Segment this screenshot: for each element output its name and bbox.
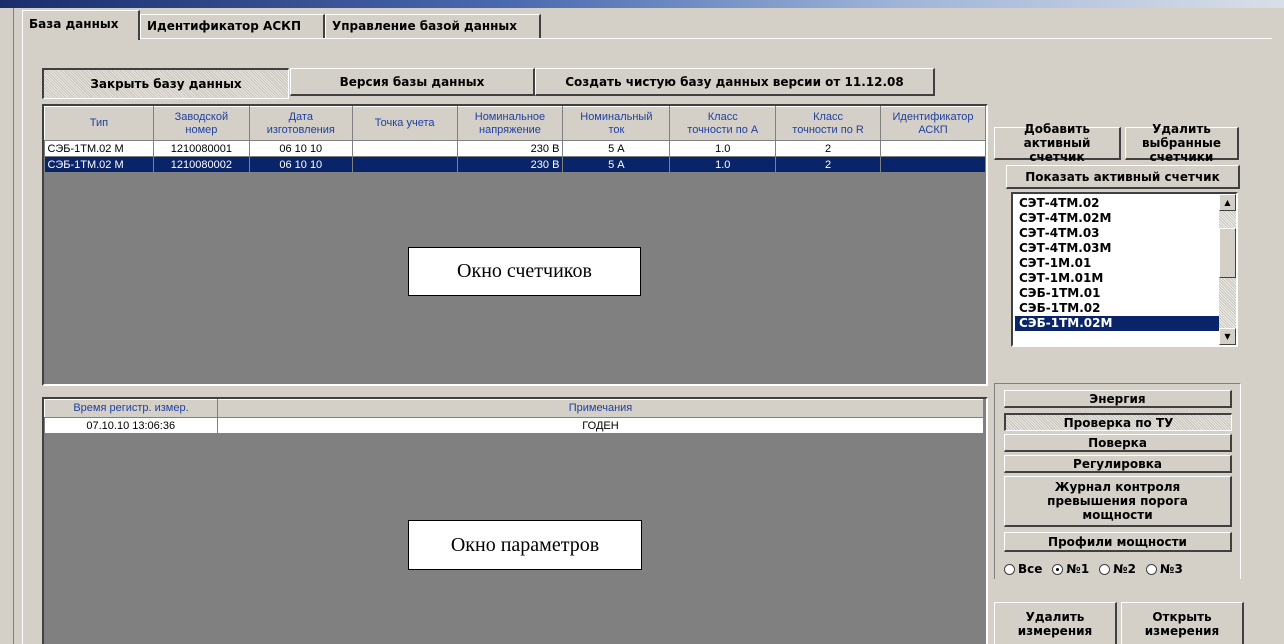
list-item[interactable]: СЭТ-4ТМ.03М (1015, 241, 1219, 256)
list-item-selected[interactable]: СЭБ-1ТМ.02М (1015, 316, 1219, 331)
cell-notes: ГОДЕН (217, 417, 984, 434)
cell-point (352, 140, 458, 157)
list-item[interactable]: СЭБ-1ТМ.02 (1015, 301, 1219, 316)
tab-database[interactable]: База данных (22, 10, 140, 40)
column-header-voltage[interactable]: Номинальное напряжение (456, 106, 564, 141)
listbox-scrollbar[interactable]: ▲ ▼ (1219, 194, 1236, 345)
column-header-current[interactable]: Номинальный ток (562, 106, 671, 141)
column-header-date[interactable]: Дата изготовления (248, 106, 353, 141)
radio-profile-3[interactable]: №3 (1146, 559, 1183, 579)
params-table: Время регистр. измер. Примечания 07.10.1… (44, 399, 984, 434)
radio-circle-selected (1052, 563, 1064, 575)
create-empty-database-button[interactable]: Создать чистую базу данных версии от 11.… (535, 68, 935, 96)
list-item[interactable]: СЭТ-4ТМ.02 (1015, 196, 1219, 211)
cell-current: 5 А (562, 156, 671, 173)
energy-button[interactable]: Энергия (1004, 390, 1232, 408)
delete-measurements-button[interactable]: Удалить измерения (994, 602, 1117, 644)
database-version-button[interactable]: Версия базы данных (290, 68, 535, 96)
cell-date: 06 10 10 (249, 156, 353, 173)
cell-type: СЭБ-1ТМ.02 М (44, 156, 154, 173)
meters-table-header: Тип Заводской номер Дата изготовления Точк… (44, 106, 987, 141)
cell-serial: 1210080001 (153, 140, 250, 157)
list-item[interactable]: СЭБ-1ТМ.01 (1015, 286, 1219, 301)
cell-class-a: 1.0 (669, 156, 777, 173)
column-header-askp-id[interactable]: Идентификатор АСКП (879, 106, 987, 141)
radio-profile-1[interactable]: №1 (1052, 559, 1089, 579)
meter-type-listbox[interactable]: СЭТ-4ТМ.02 СЭТ-4ТМ.02М СЭТ-4ТМ.03 СЭТ-4Т… (1011, 192, 1238, 347)
radio-profile-2[interactable]: №2 (1099, 559, 1136, 579)
radio-circle (1099, 563, 1111, 575)
radio-circle (1146, 563, 1157, 575)
open-measurements-button[interactable]: Открыть измерения (1121, 602, 1244, 644)
column-header-type[interactable]: Тип (44, 106, 154, 141)
meters-grid[interactable]: Тип Заводской номер Дата изготовления Точк… (42, 104, 988, 386)
column-header-notes[interactable]: Примечания (217, 399, 984, 418)
cell-date: 06 10 10 (249, 140, 353, 157)
table-row[interactable]: СЭБ-1ТМ.02 М 1210080001 06 10 10 230 В 5… (44, 140, 987, 157)
delete-selected-meters-button[interactable]: Удалить выбранные счетчики (1125, 122, 1239, 164)
radio-circle (1004, 563, 1015, 575)
cell-voltage: 230 В (457, 140, 564, 157)
list-item[interactable]: СЭТ-1М.01М (1015, 271, 1219, 286)
meters-table: Тип Заводской номер Дата изготовления Точк… (44, 106, 987, 173)
cell-askp-id (880, 140, 987, 157)
list-item[interactable]: СЭТ-1М.01 (1015, 256, 1219, 271)
meter-type-list: СЭТ-4ТМ.02 СЭТ-4ТМ.02М СЭТ-4ТМ.03 СЭТ-4Т… (1015, 196, 1219, 331)
adjustment-button[interactable]: Регулировка (1004, 455, 1232, 473)
show-active-meter-button[interactable]: Показать активный счетчик (1006, 165, 1240, 189)
tab-db-management[interactable]: Управление базой данных (325, 14, 541, 38)
table-row[interactable]: 07.10.10 13:06:36 ГОДЕН (44, 417, 984, 434)
params-window-caption: Окно параметров (408, 520, 642, 570)
cell-class-r: 2 (775, 156, 881, 173)
column-header-point[interactable]: Точка учета (351, 106, 458, 141)
cell-class-r: 2 (775, 140, 881, 157)
column-header-class-r[interactable]: Класс точности по R (775, 106, 881, 141)
close-database-button[interactable]: Закрыть базу данных (42, 68, 289, 99)
column-header-serial[interactable]: Заводской номер (152, 106, 250, 141)
table-row-selected[interactable]: СЭБ-1ТМ.02 М 1210080002 06 10 10 230 В 5… (44, 156, 987, 173)
verification-button[interactable]: Поверка (1004, 434, 1232, 452)
cell-serial: 1210080002 (153, 156, 250, 173)
cell-voltage: 230 В (457, 156, 564, 173)
column-header-class-a[interactable]: Класс точности по A (669, 106, 777, 141)
left-border (0, 8, 14, 644)
profile-radio-group: Все №1 №2 №3 (1004, 559, 1244, 579)
window-title-strip (0, 0, 1284, 8)
list-item[interactable]: СЭТ-4ТМ.02М (1015, 211, 1219, 226)
scroll-up-arrow-icon[interactable]: ▲ (1219, 194, 1236, 211)
cell-class-a: 1.0 (669, 140, 777, 157)
list-item[interactable]: СЭТ-4ТМ.03 (1015, 226, 1219, 241)
radio-all[interactable]: Все (1004, 559, 1042, 579)
power-profiles-button[interactable]: Профили мощности (1004, 532, 1232, 552)
meters-window-caption: Окно счетчиков (408, 247, 641, 296)
cell-type: СЭБ-1ТМ.02 М (44, 140, 154, 157)
power-threshold-journal-button[interactable]: Журнал контроля превышения порога мощности (1004, 476, 1232, 527)
cell-current: 5 А (562, 140, 671, 157)
cell-point (352, 156, 458, 173)
cell-time: 07.10.10 13:06:36 (44, 417, 218, 434)
tab-askp-id[interactable]: Идентификатор АСКП (140, 14, 325, 38)
tu-check-button[interactable]: Проверка по ТУ (1004, 413, 1232, 431)
scrollbar-thumb[interactable] (1219, 228, 1236, 278)
column-header-time[interactable]: Время регистр. измер. (44, 399, 218, 418)
cell-askp-id (880, 156, 987, 173)
params-table-header: Время регистр. измер. Примечания (44, 399, 984, 418)
add-active-meter-button[interactable]: Добавить активный счетчик (994, 122, 1121, 164)
scroll-down-arrow-icon[interactable]: ▼ (1219, 328, 1236, 345)
